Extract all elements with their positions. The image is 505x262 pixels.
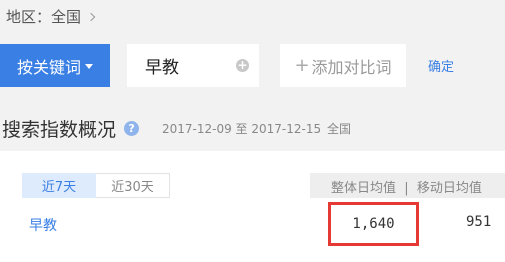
plus-circle-icon[interactable]: +	[236, 59, 249, 72]
tab-7-days[interactable]: 近7天	[22, 173, 96, 198]
tab-label: 近7天	[41, 180, 77, 195]
help-icon[interactable]: ?	[124, 121, 140, 136]
period-tabs: 近7天 近30天	[22, 173, 170, 198]
keyword-link[interactable]: 早教	[29, 215, 57, 235]
confirm-link[interactable]: 确定	[428, 56, 454, 75]
section-title: 搜索指数概况 ?	[2, 115, 140, 142]
overall-daily-average: 1,640	[328, 202, 419, 246]
area-label: 全国	[327, 122, 352, 136]
index-panel: 近7天 近30天 整体日均值 | 移动日均值 早教 1,640 951	[0, 151, 505, 262]
overall-daily-average-value: 1,640	[352, 216, 395, 232]
mobile-daily-average: 951	[466, 214, 492, 230]
chevron-right-icon	[86, 12, 96, 21]
keyword-type-button[interactable]: 按关键词	[0, 44, 110, 87]
tab-label: 近30天	[111, 180, 154, 195]
keyword-type-label: 按关键词	[16, 57, 81, 77]
add-compare-button[interactable]: + 添加对比词	[280, 44, 406, 87]
column-header: 整体日均值 | 移动日均值	[331, 181, 482, 196]
add-compare-label: 添加对比词	[311, 57, 392, 77]
section-title-text: 搜索指数概况	[2, 119, 117, 141]
dropdown-caret-icon	[85, 64, 93, 69]
region-selector[interactable]: 地区：全国	[6, 5, 96, 27]
plus-icon: +	[294, 55, 310, 76]
date-range: 2017-12-09 至 2017-12-15	[162, 122, 322, 136]
keyword-input-value: 早教	[145, 58, 179, 78]
tab-30-days[interactable]: 近30天	[96, 173, 170, 198]
region-label: 地区：全国	[6, 7, 82, 26]
keyword-input[interactable]: 早教 +	[127, 44, 259, 87]
